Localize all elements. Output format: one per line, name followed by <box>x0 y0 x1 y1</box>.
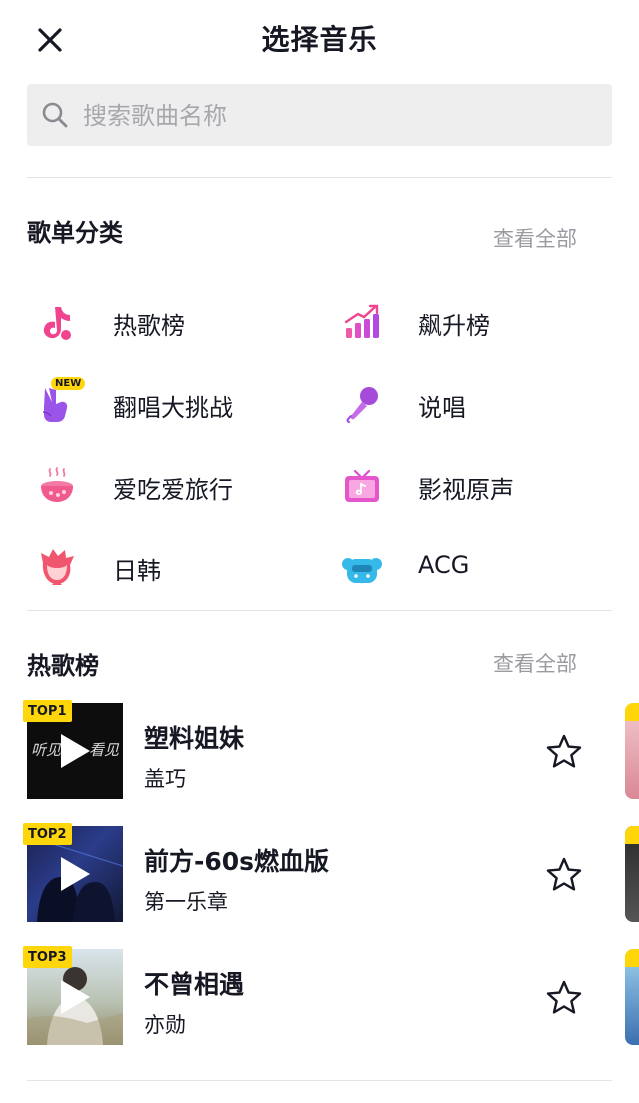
category-soundtracks[interactable]: 影视原声 <box>342 456 602 516</box>
search-bar[interactable] <box>27 84 612 148</box>
acg-mascot-icon <box>342 558 382 583</box>
favorite-star-icon[interactable] <box>545 979 583 1017</box>
play-icon <box>61 734 90 768</box>
divider <box>27 1080 612 1081</box>
song-artist: 第一乐章 <box>144 890 228 914</box>
category-rap[interactable]: 说唱 <box>342 374 602 434</box>
rank-badge: TOP1 <box>23 700 72 722</box>
category-cover-challenge[interactable]: NEW 翻唱大挑战 <box>37 374 297 434</box>
category-label: 飙升榜 <box>418 312 490 340</box>
song-artist: 亦勋 <box>144 1013 186 1037</box>
song-title: 前方-60s燃血版 <box>144 847 330 876</box>
cover-text: 听见 <box>31 741 62 759</box>
search-input[interactable] <box>81 84 605 148</box>
category-jp-kr[interactable]: 日韩 <box>37 537 297 597</box>
category-label: 影视原声 <box>418 476 514 504</box>
category-food-travel[interactable]: 爱吃爱旅行 <box>37 456 297 516</box>
divider <box>27 610 612 611</box>
next-song-cover-peek[interactable] <box>625 826 639 922</box>
song-title: 塑料姐妹 <box>144 724 245 753</box>
song-artist: 盖巧 <box>144 767 186 791</box>
favorite-star-icon[interactable] <box>545 856 583 894</box>
song-row[interactable]: TOP3 不曾相遇 亦勋 <box>23 946 612 1045</box>
rank-badge: TOP2 <box>23 823 72 845</box>
rank-badge: TOP3 <box>23 946 72 968</box>
tv-icon <box>345 469 379 502</box>
playlist-categories-view-all[interactable]: 查看全部 <box>493 223 577 253</box>
favorite-star-icon[interactable] <box>545 733 583 771</box>
rising-chart-icon <box>344 304 379 338</box>
song-title: 不曾相遇 <box>144 970 245 999</box>
category-acg[interactable]: ACG <box>342 537 602 597</box>
next-song-cover-peek[interactable] <box>625 703 639 799</box>
search-icon <box>42 102 68 128</box>
song-row[interactable]: TOP2 前方-60s燃血版 第一乐章 <box>23 823 612 922</box>
category-label: 爱吃爱旅行 <box>113 476 233 504</box>
anime-character-icon <box>41 549 74 585</box>
category-label: ACG <box>418 551 470 579</box>
category-label: 翻唱大挑战 <box>113 394 233 422</box>
microphone-icon <box>346 387 378 423</box>
tiktok-note-icon <box>43 307 71 340</box>
category-hot-songs[interactable]: 热歌榜 <box>37 292 297 352</box>
song-row[interactable]: 听见 看见 TOP1 塑料姐妹 盖巧 <box>23 700 612 799</box>
rank-badge <box>625 826 639 844</box>
play-icon <box>61 857 90 891</box>
new-badge: NEW <box>51 377 86 390</box>
playlist-categories-title: 歌单分类 <box>27 219 123 247</box>
category-label: 热歌榜 <box>113 312 185 340</box>
category-label: 说唱 <box>418 394 466 422</box>
category-rising[interactable]: 飙升榜 <box>342 292 602 352</box>
divider <box>27 177 612 178</box>
category-label: 日韩 <box>113 557 161 585</box>
rank-badge <box>625 703 639 721</box>
victory-hand-icon <box>42 388 68 422</box>
hot-songs-title: 热歌榜 <box>27 652 99 680</box>
hot-songs-view-all[interactable]: 查看全部 <box>493 648 577 678</box>
next-song-cover-peek[interactable] <box>625 949 639 1045</box>
page-title: 选择音乐 <box>261 23 378 56</box>
food-bowl-icon <box>41 467 73 502</box>
play-icon <box>61 980 90 1014</box>
cover-text: 看见 <box>89 741 120 759</box>
rank-badge <box>625 949 639 967</box>
